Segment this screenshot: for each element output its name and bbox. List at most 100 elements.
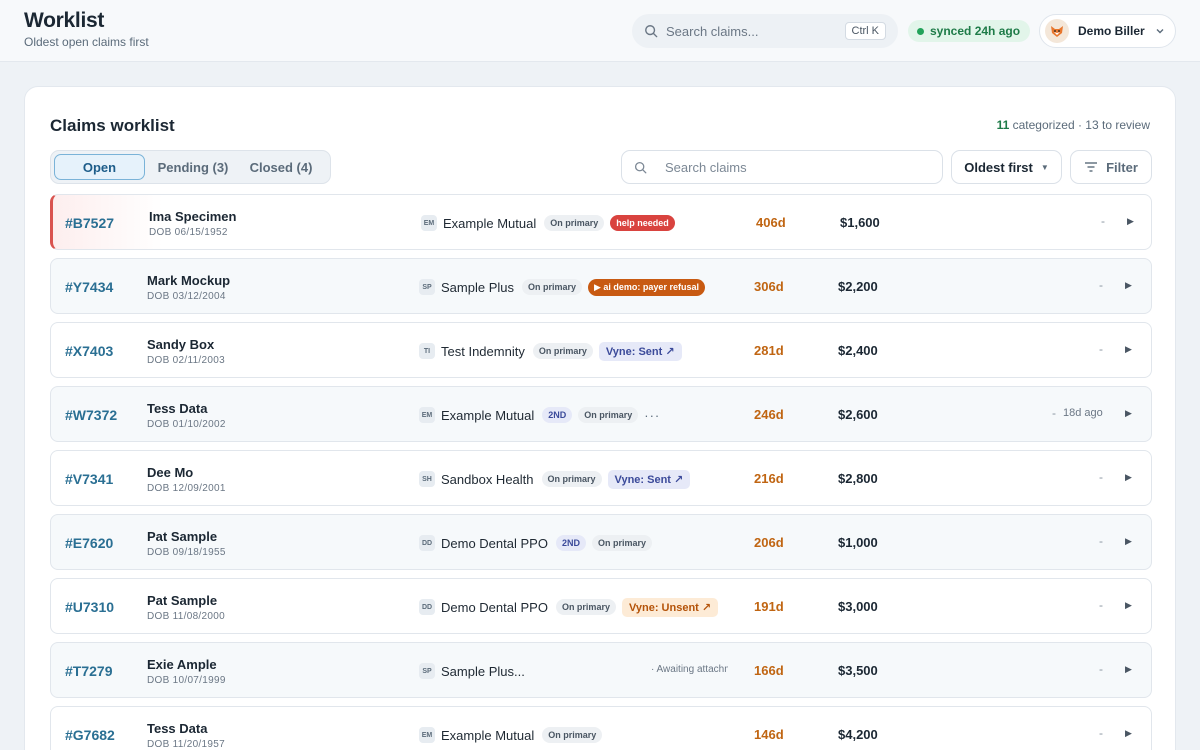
claim-age: 166d: [754, 663, 784, 678]
payer-code-badge: EM: [419, 727, 435, 743]
status-dot-icon: [917, 27, 924, 35]
claim-id-link[interactable]: #E7620: [65, 535, 113, 551]
table-row[interactable]: #Y7434 Mark Mockup DOB 03/12/2004 SP Sample …: [50, 258, 1152, 314]
payer-cell: EM Example Mutual On primary help needed: [421, 195, 681, 251]
claim-id-link[interactable]: #U7310: [65, 599, 114, 615]
payer-code-badge: EM: [421, 215, 437, 231]
claim-age: 306d: [754, 279, 784, 294]
table-row[interactable]: #V7341 Dee Mo DOB 12/09/2001 SH Sandbox Heal…: [50, 450, 1152, 506]
user-menu-button[interactable]: Demo Biller: [1039, 14, 1176, 48]
claim-id-link[interactable]: #W7372: [65, 407, 117, 423]
card-stats: 11 categorized · 13 to review: [997, 118, 1150, 132]
more-icon[interactable]: ···: [644, 408, 660, 423]
claim-amount: $2,400: [838, 343, 878, 358]
last-activity: -: [1099, 342, 1103, 356]
claim-id-link[interactable]: #B7527: [65, 215, 114, 231]
patient-dob: DOB 03/12/2004: [147, 291, 226, 302]
patient-dob: DOB 06/15/1952: [149, 227, 228, 238]
expand-arrow-icon[interactable]: ▶: [1125, 728, 1132, 739]
last-activity: 18d ago: [1063, 407, 1103, 419]
claim-age: 216d: [754, 471, 784, 486]
patient-dob: DOB 10/07/1999: [147, 675, 226, 686]
claim-id-link[interactable]: #T7279: [65, 663, 112, 679]
patient-dob: DOB 11/08/2000: [147, 611, 225, 622]
table-row[interactable]: #B7527 Ima Specimen DOB 06/15/1952 EM Exampl…: [50, 194, 1152, 250]
table-row[interactable]: #E7620 Pat Sample DOB 09/18/1955 DD Demo Den…: [50, 514, 1152, 570]
status-badge[interactable]: Vyne: Sent ↗: [598, 341, 682, 361]
status-badge: On primary: [542, 727, 603, 743]
status-badge: On primary: [555, 599, 616, 615]
search-icon: [634, 161, 647, 173]
expand-arrow-icon[interactable]: ▶: [1125, 280, 1132, 291]
patient-name: Ima Specimen: [149, 209, 237, 224]
payer-cell: SH Sandbox Health On primary Vyne: Sent ↗: [419, 451, 696, 507]
last-activity: -: [1099, 598, 1103, 612]
last-activity: -: [1099, 470, 1103, 484]
filter-icon: [1085, 162, 1098, 172]
status-badge: 2ND: [555, 535, 586, 551]
payer-code-badge: DD: [419, 599, 435, 615]
last-activity: -: [1099, 278, 1103, 292]
table-row[interactable]: #T7279 Exie Ample DOB 10/07/1999 SP Sample P…: [50, 642, 1152, 698]
payer-cell: EM Example Mutual On primary: [419, 707, 608, 750]
table-row[interactable]: #W7372 Tess Data DOB 01/10/2002 EM Example M…: [50, 386, 1152, 442]
sort-dropdown[interactable]: Oldest first ▼: [951, 150, 1062, 184]
filter-button[interactable]: Filter: [1070, 150, 1152, 184]
sync-status-badge: synced 24h ago: [908, 20, 1031, 42]
expand-arrow-icon[interactable]: ▶: [1125, 344, 1132, 355]
tab-pending[interactable]: Pending (3): [145, 154, 241, 180]
table-row[interactable]: #X7403 Sandy Box DOB 02/11/2003 TI Test Inde…: [50, 322, 1152, 378]
expand-arrow-icon[interactable]: ▶: [1125, 408, 1132, 419]
card-title: Claims worklist: [50, 116, 175, 135]
expand-arrow-icon[interactable]: ▶: [1125, 472, 1132, 483]
claims-card: Claims worklist 11 categorized · 13 to r…: [24, 86, 1176, 750]
sync-status-text: synced 24h ago: [930, 24, 1021, 38]
claim-age: 206d: [754, 535, 784, 550]
table-row[interactable]: #U7310 Pat Sample DOB 11/08/2000 DD Demo Den…: [50, 578, 1152, 634]
payer-cell: SP Sample Plus On primary ▶ ai demo: payer …: [419, 259, 711, 315]
caret-down-icon: ▼: [1040, 162, 1049, 172]
claims-search-input[interactable]: Search claims: [621, 150, 943, 184]
sort-label: Oldest first: [964, 159, 1033, 175]
categorized-count: 11: [996, 118, 1010, 132]
claim-amount: $2,800: [838, 471, 878, 486]
page-title: Worklist: [24, 9, 105, 32]
claim-id-link[interactable]: #Y7434: [65, 279, 113, 295]
payer-name: Sample Plus...: [441, 663, 525, 679]
payer-cell: DD Demo Dental PPO On primary Vyne: Unsent …: [419, 579, 724, 635]
payer-name: Test Indemnity: [441, 343, 525, 359]
avatar: [1045, 19, 1069, 43]
payer-cell: EM Example Mutual 2ND On primary ···: [419, 387, 660, 443]
tab-closed[interactable]: Closed (4): [241, 154, 321, 180]
payer-code-badge: TI: [419, 343, 435, 359]
brand: Worklist Oldest open claims first: [24, 9, 149, 49]
last-activity: -: [1101, 214, 1105, 228]
claim-id-link[interactable]: #V7341: [65, 471, 113, 487]
expand-arrow-icon[interactable]: ▶: [1125, 664, 1132, 675]
expand-arrow-icon[interactable]: ▶: [1127, 216, 1134, 227]
last-activity: -: [1099, 662, 1103, 676]
status-badge: ▶ ai demo: payer refusal: [588, 278, 705, 296]
status-badge: On primary: [544, 215, 605, 231]
claim-age: 281d: [754, 343, 784, 358]
status-badge[interactable]: Vyne: Sent ↗: [607, 469, 691, 489]
global-search-input[interactable]: Search claims... Ctrl K: [632, 14, 898, 48]
payer-code-badge: SP: [419, 663, 435, 679]
claim-id-link[interactable]: #X7403: [65, 343, 113, 359]
last-activity-dash: -: [1052, 406, 1056, 420]
expand-arrow-icon[interactable]: ▶: [1125, 600, 1132, 611]
payer-name: Example Mutual: [443, 215, 537, 231]
payer-name: Example Mutual: [441, 727, 535, 743]
expand-arrow-icon[interactable]: ▶: [1125, 536, 1132, 547]
payer-code-badge: SH: [419, 471, 435, 487]
patient-name: Pat Sample: [147, 529, 218, 544]
table-row[interactable]: #G7682 Tess Data DOB 11/20/1957 EM Example M…: [50, 706, 1152, 750]
page-subtitle: Oldest open claims first: [24, 35, 149, 49]
payer-name: Sample Plus: [441, 279, 514, 295]
claim-id-link[interactable]: #G7682: [65, 727, 115, 743]
tab-open[interactable]: Open: [54, 154, 145, 180]
stats-text: categorized · 13 to review: [1012, 118, 1150, 132]
status-badge[interactable]: Vyne: Unsent ↗: [621, 597, 719, 617]
patient-dob: DOB 12/09/2001: [147, 483, 226, 494]
patient-name: Tess Data: [147, 721, 208, 736]
